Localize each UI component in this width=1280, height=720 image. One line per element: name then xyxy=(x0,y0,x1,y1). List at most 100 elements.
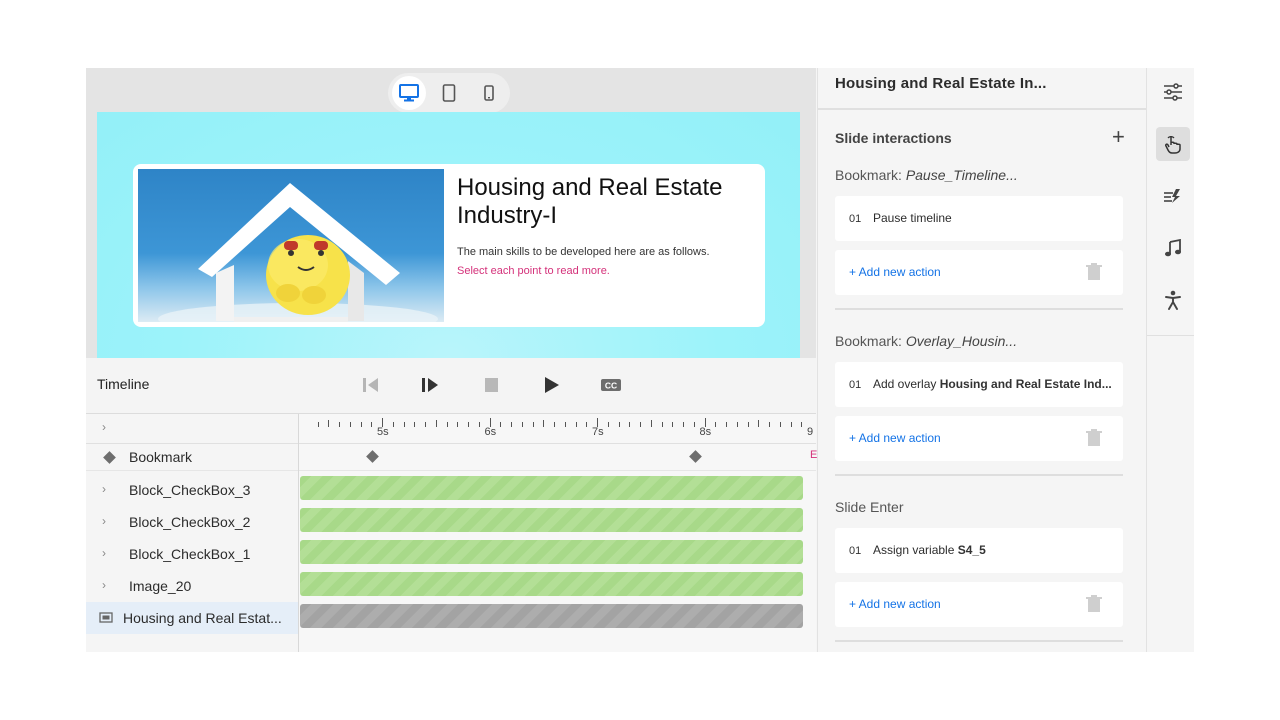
ruler-tick xyxy=(769,422,770,427)
action-card[interactable]: 01 Add overlay Housing and Real Estate I… xyxy=(835,362,1123,407)
ruler-tick xyxy=(661,422,663,427)
time-ruler[interactable]: 5s 6s 7s 8s 9 xyxy=(299,414,816,444)
device-toggle xyxy=(388,73,510,113)
chevron-right-icon[interactable]: › xyxy=(102,420,106,434)
ruler-tick xyxy=(618,422,620,427)
ruler-tick xyxy=(392,422,394,427)
ruler-tick xyxy=(607,422,609,427)
bookmark-marker[interactable] xyxy=(689,450,702,463)
timeline-panel: Timeline CC › Bookmark › Block_CheckBox_… xyxy=(86,358,817,652)
layers-list: › Bookmark › Block_CheckBox_3 › Block_Ch… xyxy=(86,414,299,652)
layer-row-selected[interactable]: Housing and Real Estat... xyxy=(86,602,298,634)
layer-label: Image_20 xyxy=(129,578,192,594)
chevron-right-icon[interactable]: › xyxy=(102,482,106,496)
slide-layer-icon xyxy=(99,612,113,623)
bookmark-track[interactable]: E xyxy=(299,444,817,471)
action-card[interactable]: 01 Pause timeline xyxy=(835,196,1123,241)
ruler-tick xyxy=(564,422,566,427)
ruler-tick xyxy=(317,422,319,427)
ruler-tick xyxy=(586,422,588,427)
slide-card[interactable]: Housing and Real Estate Industry-I The m… xyxy=(133,164,765,327)
ruler-expand-row[interactable]: › xyxy=(86,414,298,444)
ruler-label: 5s xyxy=(377,426,389,438)
editor-window: Housing and Real Estate Industry-I The m… xyxy=(86,68,1194,652)
layer-row[interactable]: › Block_CheckBox_3 xyxy=(86,474,298,506)
bookmark-row[interactable]: Bookmark xyxy=(86,444,298,471)
ruler-tick xyxy=(575,422,577,427)
tablet-icon[interactable] xyxy=(432,76,466,110)
effects-icon[interactable] xyxy=(1156,179,1190,213)
ruler-tick xyxy=(532,422,534,427)
slide-instruction-text[interactable]: Select each point to read more. xyxy=(457,265,610,277)
interactions-hand-icon[interactable] xyxy=(1156,127,1190,161)
ruler-tick xyxy=(672,422,674,427)
timeline-tracks[interactable]: 5s 6s 7s 8s 9 E xyxy=(299,414,817,652)
ruler-tick xyxy=(543,420,545,427)
slide-track-bar[interactable] xyxy=(300,604,803,628)
layer-row[interactable]: › Image_20 xyxy=(86,570,298,602)
chevron-right-icon[interactable]: › xyxy=(102,514,106,528)
ruler-tick xyxy=(747,422,749,427)
trash-icon[interactable] xyxy=(1086,263,1102,286)
ruler-tick xyxy=(779,422,781,427)
ruler-tick xyxy=(758,420,760,427)
play-pause-icon[interactable] xyxy=(418,374,442,396)
play-icon[interactable] xyxy=(539,374,563,396)
layer-row[interactable]: › Block_CheckBox_1 xyxy=(86,538,298,570)
add-new-action-link[interactable]: + Add new action xyxy=(849,431,941,445)
slide-title[interactable]: Housing and Real Estate Industry-I xyxy=(457,174,757,230)
chevron-right-icon[interactable]: › xyxy=(102,578,106,592)
stop-icon[interactable] xyxy=(479,374,503,396)
ruler-tick xyxy=(736,422,738,427)
ruler-label: 9 xyxy=(807,426,814,438)
ruler-tick xyxy=(790,422,792,427)
action-card[interactable]: 01 Assign variable S4_5 xyxy=(835,528,1123,573)
slide-body-text[interactable]: The main skills to be developed here are… xyxy=(457,246,710,258)
ruler-tick xyxy=(339,422,340,427)
ruler-tick xyxy=(650,420,652,427)
trash-icon[interactable] xyxy=(1086,429,1102,452)
slide-canvas[interactable]: Housing and Real Estate Industry-I The m… xyxy=(97,112,800,358)
ruler-tick xyxy=(371,422,373,427)
ruler-tick xyxy=(511,422,512,427)
bookmark-marker[interactable] xyxy=(366,450,379,463)
closed-captions-icon[interactable]: CC xyxy=(599,374,623,396)
trigger-label[interactable]: Bookmark: Pause_Timeline... xyxy=(835,167,1018,183)
house-image[interactable] xyxy=(138,169,444,322)
ruler-tick xyxy=(500,422,502,427)
ruler-tick xyxy=(521,422,523,427)
timeline-header: Timeline CC xyxy=(86,358,816,414)
layer-label: Housing and Real Estat... xyxy=(123,610,282,626)
mobile-icon[interactable] xyxy=(472,76,506,110)
ruler-tick xyxy=(640,422,641,427)
ruler-tick xyxy=(715,422,717,427)
property-rail xyxy=(1146,68,1194,652)
stage-area: Housing and Real Estate Industry-I The m… xyxy=(86,68,816,358)
bookmark-row-label: Bookmark xyxy=(129,449,193,465)
layer-label: Block_CheckBox_1 xyxy=(129,546,251,562)
ruler-label: 7s xyxy=(592,426,604,438)
audio-note-icon[interactable] xyxy=(1156,231,1190,265)
trigger-label[interactable]: Bookmark: Overlay_Housin... xyxy=(835,333,1017,349)
panel-title: Housing and Real Estate In... xyxy=(835,75,1047,92)
layer-row[interactable]: › Block_CheckBox_2 xyxy=(86,506,298,538)
add-new-action-link[interactable]: + Add new action xyxy=(849,265,941,279)
chevron-right-icon[interactable]: › xyxy=(102,546,106,560)
add-interaction-icon[interactable]: + xyxy=(1112,124,1125,150)
layer-track-bar[interactable] xyxy=(300,476,803,500)
ruler-tick xyxy=(446,422,448,427)
step-back-icon[interactable] xyxy=(359,374,383,396)
layer-track-bar[interactable] xyxy=(300,508,803,532)
layer-track-bar[interactable] xyxy=(300,540,803,564)
accessibility-icon[interactable] xyxy=(1156,283,1190,317)
properties-sliders-icon[interactable] xyxy=(1156,75,1190,109)
desktop-icon[interactable] xyxy=(392,76,426,110)
ruler-tick xyxy=(683,422,684,427)
add-new-action-link[interactable]: + Add new action xyxy=(849,597,941,611)
ruler-tick xyxy=(468,422,469,427)
ruler-tick xyxy=(414,422,416,427)
ruler-tick xyxy=(801,422,803,427)
trash-icon[interactable] xyxy=(1086,595,1102,618)
trigger-label[interactable]: Slide Enter xyxy=(835,499,903,515)
layer-track-bar[interactable] xyxy=(300,572,803,596)
